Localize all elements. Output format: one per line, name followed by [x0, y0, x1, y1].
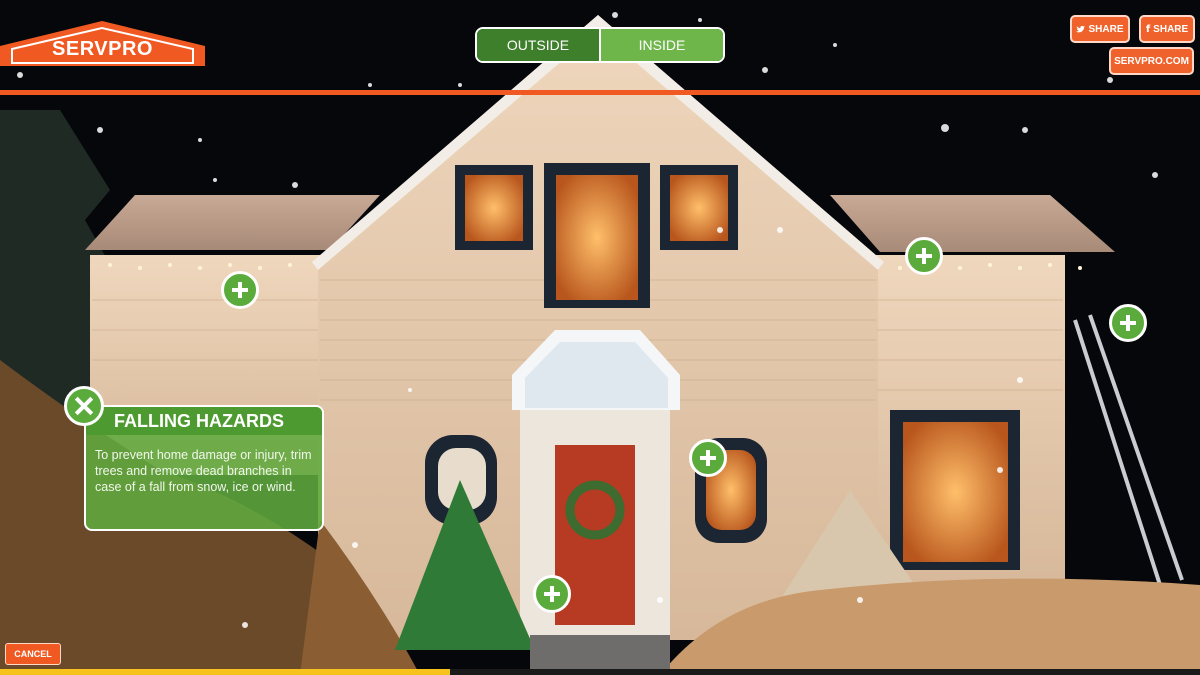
plus-icon[interactable] [905, 237, 943, 275]
facebook-share-label: SHARE [1153, 23, 1189, 35]
twitter-share-button[interactable]: SHARE [1070, 15, 1130, 43]
house-scene-background [0, 0, 1200, 675]
servpro-site-link[interactable]: SERVPRO.COM [1109, 47, 1194, 75]
panel-title-bar: FALLING HAZARDS [86, 407, 322, 435]
twitter-icon [1076, 25, 1086, 33]
inside-tab[interactable]: INSIDE [601, 29, 723, 61]
logo-text: SERVPRO [52, 38, 153, 60]
progress-bar [0, 669, 1200, 675]
progress-fill [0, 669, 450, 675]
plus-icon[interactable] [689, 439, 727, 477]
falling-hazards-panel: FALLING HAZARDS To prevent home damage o… [84, 405, 324, 531]
facebook-icon: f [1145, 23, 1151, 35]
header-divider [0, 90, 1200, 95]
facebook-share-button[interactable]: f SHARE [1139, 15, 1195, 43]
plus-icon[interactable] [1109, 304, 1147, 342]
panel-title: FALLING HAZARDS [114, 411, 284, 431]
cancel-button[interactable]: CANCEL [5, 643, 61, 665]
close-icon[interactable] [64, 386, 104, 426]
twitter-share-label: SHARE [1088, 23, 1124, 35]
plus-icon[interactable] [221, 271, 259, 309]
outside-tab[interactable]: OUTSIDE [477, 29, 601, 61]
plus-icon[interactable] [533, 575, 571, 613]
view-toggle: OUTSIDE INSIDE [475, 27, 725, 63]
panel-body: To prevent home damage or injury, trim t… [95, 448, 312, 494]
